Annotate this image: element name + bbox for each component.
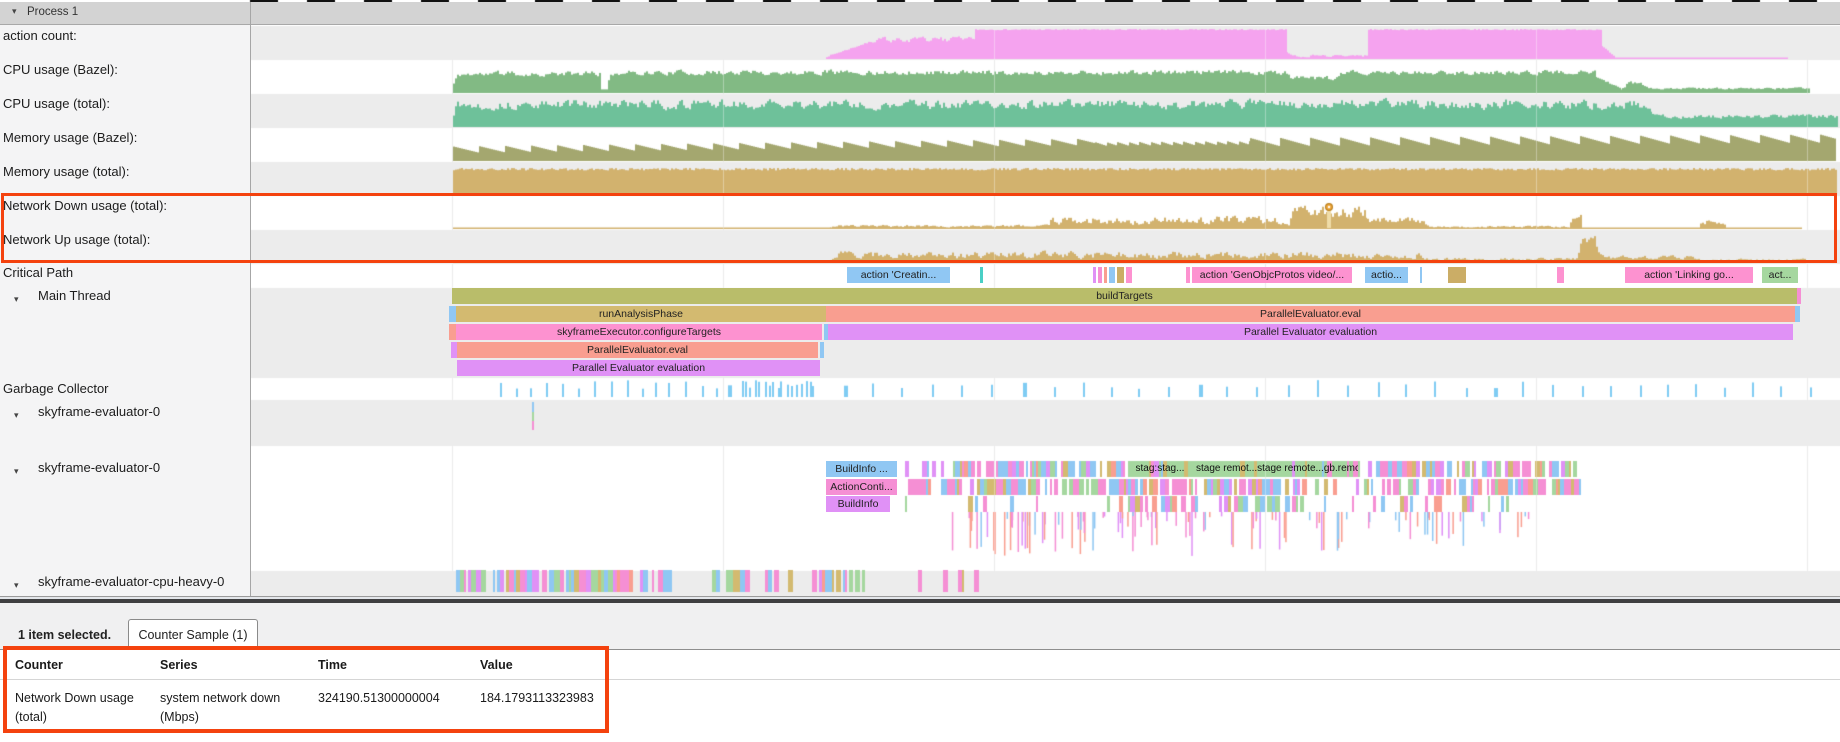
disclosure-triangle-icon[interactable]: ▾: [14, 407, 19, 423]
track-label-memory-usage-total[interactable]: Memory usage (total):: [0, 164, 250, 180]
tab-strip: 1 item selected. Counter Sample (1): [0, 603, 1840, 650]
skyframe-slice[interactable]: BuildInfo: [826, 496, 890, 512]
track-label-action-count[interactable]: action count:: [0, 28, 250, 44]
main-thread-slice[interactable]: Parallel Evaluator evaluation: [828, 324, 1793, 340]
critical-path-slice[interactable]: [1093, 267, 1096, 283]
trace-viewer: action 'Creatin... action 'GenObjcProtos …: [0, 0, 1840, 742]
critical-path-slice[interactable]: [1104, 267, 1107, 283]
track-label-cpu-usage-total[interactable]: CPU usage (total):: [0, 96, 250, 112]
critical-path-slice[interactable]: action 'Linking go...: [1625, 267, 1753, 283]
skyframe-slice[interactable]: BuildInfo ...: [826, 461, 897, 477]
track-label-text: Memory usage (total):: [3, 164, 129, 180]
track-label-text: action count:: [3, 28, 77, 44]
critical-path-slice[interactable]: [1098, 267, 1102, 283]
track-label-text: Main Thread: [38, 288, 111, 304]
critical-path-slice[interactable]: act...: [1762, 267, 1798, 283]
track-label-memory-usage-bazel[interactable]: Memory usage (Bazel):: [0, 130, 250, 146]
track-label-text: CPU usage (Bazel):: [3, 62, 118, 78]
main-thread-slice[interactable]: Parallel Evaluator evaluation: [457, 360, 820, 376]
track-label-text: skyframe-evaluator-0: [38, 460, 160, 476]
highlight-box-counter-table: [3, 646, 609, 733]
critical-path-slice[interactable]: [1448, 267, 1466, 283]
track-label-skyframe-evaluator-0[interactable]: ▾ skyframe-evaluator-0: [0, 460, 250, 476]
track-label-text: skyframe-evaluator-0: [38, 404, 160, 420]
skyframe-slice-label[interactable]: stage remot...stage remote...gb.remot...: [1196, 461, 1358, 477]
track-label-text: Memory usage (Bazel):: [3, 130, 137, 146]
critical-path-slice[interactable]: [1117, 267, 1124, 283]
selection-status: 1 item selected.: [18, 628, 111, 642]
track-label-skyframe-evaluator-cpu-heavy-0[interactable]: ▾ skyframe-evaluator-cpu-heavy-0: [0, 574, 250, 590]
critical-path-slice[interactable]: [1557, 267, 1564, 283]
main-thread-slice[interactable]: [1797, 288, 1801, 304]
main-thread-slice[interactable]: skyframeExecutor.configureTargets: [456, 324, 822, 340]
disclosure-triangle-icon[interactable]: ▾: [14, 291, 19, 307]
critical-path-slice[interactable]: [1420, 267, 1422, 283]
track-label-text: skyframe-evaluator-cpu-heavy-0: [38, 574, 224, 590]
critical-path-slice[interactable]: [1186, 267, 1190, 283]
main-thread-slice[interactable]: [820, 342, 824, 358]
disclosure-triangle-icon[interactable]: ▾: [12, 6, 17, 17]
track-label-text: Garbage Collector: [3, 381, 109, 397]
track-label-text: CPU usage (total):: [3, 96, 110, 112]
skyframe-slice[interactable]: ActionConti...: [826, 479, 897, 495]
critical-path-slice[interactable]: action 'GenObjcProtos video/...: [1192, 267, 1352, 283]
main-thread-slice[interactable]: runAnalysisPhase: [456, 306, 826, 322]
main-thread-slice[interactable]: ParallelEvaluator.eval: [457, 342, 818, 358]
main-thread-slice[interactable]: [449, 306, 456, 322]
critical-path-slice[interactable]: action 'Creatin...: [847, 267, 950, 283]
track-label-critical-path[interactable]: Critical Path: [0, 265, 250, 281]
critical-path-slice[interactable]: [1126, 267, 1132, 283]
process-label: Process 1: [27, 6, 78, 18]
track-label-text: Critical Path: [3, 265, 73, 281]
main-thread-slice[interactable]: [1795, 306, 1800, 322]
main-thread-slice[interactable]: buildTargets: [452, 288, 1797, 304]
critical-path-slice[interactable]: actio...: [1365, 267, 1408, 283]
track-label-skyframe-evaluator-0[interactable]: ▾ skyframe-evaluator-0: [0, 404, 250, 420]
disclosure-triangle-icon[interactable]: ▾: [14, 463, 19, 479]
main-thread-slice[interactable]: [449, 324, 456, 340]
main-thread-slice[interactable]: ParallelEvaluator.eval: [826, 306, 1795, 322]
panel-divider[interactable]: [250, 2, 251, 596]
disclosure-triangle-icon[interactable]: ▾: [14, 577, 19, 593]
track-label-panel: action count: CPU usage (Bazel): CPU usage…: [0, 25, 250, 596]
skyframe-slice-label[interactable]: stag:stag...: [1128, 461, 1192, 477]
highlight-box-network-rows: [1, 193, 1837, 263]
track-label-cpu-usage-bazel[interactable]: CPU usage (Bazel):: [0, 62, 250, 78]
track-label-main-thread[interactable]: ▾ Main Thread: [0, 288, 250, 304]
track-label-garbage-collector[interactable]: Garbage Collector: [0, 381, 250, 397]
critical-path-slice[interactable]: [980, 267, 983, 283]
process-header[interactable]: ▾ Process 1: [0, 2, 1840, 25]
critical-path-slice[interactable]: [1109, 267, 1115, 283]
